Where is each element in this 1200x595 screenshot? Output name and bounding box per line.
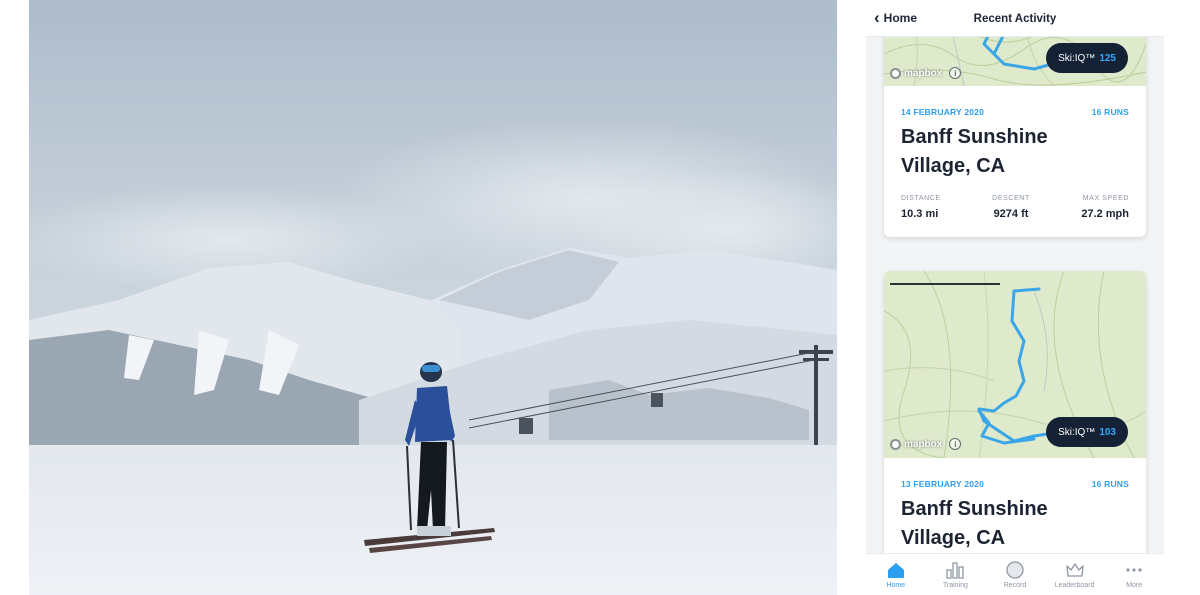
tab-label: Training xyxy=(942,581,968,589)
skiiq-score: 103 xyxy=(1099,426,1116,438)
activity-card[interactable]: mapbox i Ski:IQ™ 103 13 FEBRUARY 2020 16… xyxy=(884,271,1146,571)
activity-date: 13 FEBRUARY 2020 xyxy=(901,479,985,489)
info-icon[interactable]: i xyxy=(949,67,962,79)
activity-date: 14 FEBRUARY 2020 xyxy=(901,107,985,117)
tab-record[interactable]: Record xyxy=(987,560,1043,589)
mapbox-logo-icon xyxy=(890,438,901,450)
resort-name-line1: Banff Sunshine xyxy=(901,126,1048,148)
ski-photo xyxy=(29,0,837,595)
stat-value: 9274 ft xyxy=(993,208,1029,220)
crown-icon xyxy=(1065,562,1084,577)
activity-meta: 13 FEBRUARY 2020 16 RUNS xyxy=(901,479,1129,489)
tab-label: More xyxy=(1126,581,1143,589)
tab-label: Home xyxy=(886,581,906,589)
activity-stats: DISTANCE 10.3 mi DESCENT 9274 ft MAX SPE… xyxy=(901,195,1129,220)
mapbox-label: mapbox xyxy=(904,438,943,450)
stat-label: DESCENT xyxy=(992,195,1030,202)
mapbox-logo-icon xyxy=(890,67,901,79)
skiiq-label: Ski:IQ™ xyxy=(1058,426,1096,438)
resort-name: Banff Sunshine Village, CA xyxy=(901,123,1129,181)
activity-meta: 14 FEBRUARY 2020 16 RUNS xyxy=(901,107,1129,117)
stat-distance: DISTANCE 10.3 mi xyxy=(901,195,941,220)
mapbox-attribution: mapbox i xyxy=(890,67,962,79)
record-icon xyxy=(1006,560,1024,579)
tab-training[interactable]: Training xyxy=(927,561,983,589)
tab-more[interactable]: More xyxy=(1106,561,1162,589)
skiiq-score: 125 xyxy=(1099,52,1116,64)
more-icon xyxy=(1126,567,1142,572)
activity-body: 14 FEBRUARY 2020 16 RUNS Banff Sunshine … xyxy=(884,107,1146,220)
mapbox-label: mapbox xyxy=(904,67,943,79)
home-icon xyxy=(887,562,904,578)
app-header: ‹ Home Recent Activity xyxy=(866,0,1164,37)
scale-bar-icon xyxy=(890,283,1000,285)
map-scale xyxy=(890,277,1000,287)
resort-name-line2: Village, CA xyxy=(901,155,1006,177)
activity-runs: 16 RUNS xyxy=(1091,479,1129,489)
activity-runs: 16 RUNS xyxy=(1091,107,1129,117)
chart-icon xyxy=(946,561,965,579)
tab-home[interactable]: Home xyxy=(868,561,924,589)
tab-bar: Home Training Record Leaderboard More xyxy=(866,553,1164,595)
stat-descent: DESCENT 9274 ft xyxy=(992,195,1030,220)
tab-label: Leaderboard xyxy=(1054,581,1095,589)
page-title: Recent Activity xyxy=(973,13,1057,25)
info-icon[interactable]: i xyxy=(949,438,962,450)
resort-name: Banff Sunshine Village, CA xyxy=(901,495,1129,553)
tab-label: Record xyxy=(1003,581,1027,589)
stat-label: MAX SPEED xyxy=(1082,195,1129,202)
skiiq-badge[interactable]: Ski:IQ™ 103 xyxy=(1046,417,1128,447)
stat-value: 27.2 mph xyxy=(1081,208,1129,220)
phone-app: ‹ Home Recent Activity mapbox i Ski:IQ™ … xyxy=(866,0,1164,595)
stat-value: 10.3 mi xyxy=(901,208,939,220)
activity-map[interactable]: mapbox i Ski:IQ™ 103 xyxy=(884,271,1146,458)
skiiq-label: Ski:IQ™ xyxy=(1058,52,1096,64)
resort-name-line2: Village, CA xyxy=(901,527,1006,549)
stat-max-speed: MAX SPEED 27.2 mph xyxy=(1081,195,1129,220)
mapbox-attribution: mapbox i xyxy=(890,438,962,450)
tab-leaderboard[interactable]: Leaderboard xyxy=(1047,561,1103,589)
skier-mountain-image xyxy=(29,0,837,595)
resort-name-line1: Banff Sunshine xyxy=(901,498,1048,520)
activity-body: 13 FEBRUARY 2020 16 RUNS Banff Sunshine … xyxy=(884,479,1146,553)
skiiq-badge[interactable]: Ski:IQ™ 125 xyxy=(1046,43,1128,73)
stat-label: DISTANCE xyxy=(901,195,941,202)
